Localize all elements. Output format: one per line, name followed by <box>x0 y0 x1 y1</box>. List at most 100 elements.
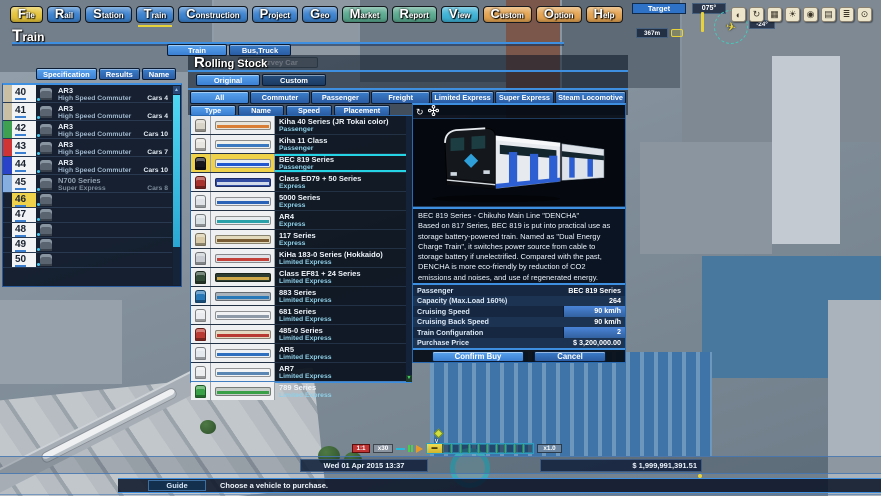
train-number-cell[interactable]: 47 <box>12 208 36 222</box>
rolling-stock-row[interactable]: AR4 Express <box>191 211 411 230</box>
rolling-stock-row[interactable]: Kiha 11 Class Passenger <box>191 135 411 154</box>
train-number-cell[interactable]: 43 <box>12 139 36 156</box>
play-icon[interactable] <box>416 445 423 453</box>
train-row[interactable]: 43 AR3 High Speed Commuter Cars 7 <box>3 139 172 157</box>
rotate-icon[interactable]: ↻ <box>749 7 764 22</box>
filter-button[interactable]: Passenger <box>311 91 370 104</box>
train-list-scrollbar[interactable]: ▲ <box>173 86 180 285</box>
menu-tab[interactable]: Custom <box>483 6 532 23</box>
train-color-strip[interactable] <box>3 223 12 237</box>
cancel-button[interactable]: Cancel <box>534 351 606 362</box>
train-color-strip[interactable] <box>3 193 12 207</box>
menu-tab[interactable]: File <box>10 6 43 23</box>
menu-tab[interactable]: Train <box>136 6 175 23</box>
menu-tab-label: Rail <box>55 6 73 23</box>
menu-tab[interactable]: Option <box>536 6 582 23</box>
vehicle-preview[interactable] <box>413 118 625 207</box>
speed-slider-track[interactable] <box>443 444 533 453</box>
train-row[interactable]: 45 N700 Series Super Express Cars 8 <box>3 175 172 193</box>
train-number-cell[interactable]: 49 <box>12 238 36 252</box>
train-info: AR3 High Speed Commuter Cars 4 <box>56 103 172 120</box>
train-row[interactable]: 49 <box>3 238 172 253</box>
menu-tab[interactable]: Construction <box>178 6 247 23</box>
train-row[interactable]: 40 AR3 High Speed Commuter Cars 4 <box>3 85 172 103</box>
train-number-cell[interactable]: 40 <box>12 85 36 102</box>
game-speed-slider[interactable]: ▬ <box>426 443 534 454</box>
train-color-strip[interactable] <box>3 253 12 267</box>
pan-view-icon[interactable] <box>428 105 439 118</box>
train-side-stripe <box>217 296 269 299</box>
menu-tab[interactable]: Report <box>392 6 437 23</box>
confirm-buy-button[interactable]: Confirm Buy <box>432 351 524 362</box>
filter-button[interactable]: Commuter <box>250 91 309 104</box>
scroll-down-icon[interactable]: ▼ <box>406 375 412 382</box>
grid-icon[interactable]: ▦ <box>767 7 782 22</box>
rolling-stock-row[interactable]: 5000 Series Express <box>191 192 411 211</box>
rolling-stock-row[interactable]: KiHa 183-0 Series (Hokkaido) Limited Exp… <box>191 249 411 268</box>
train-color-strip[interactable] <box>3 121 12 138</box>
rolling-stock-row[interactable]: Kiha 40 Series (JR Tokai color) Passenge… <box>191 116 411 135</box>
rolling-stock-row[interactable]: 485-0 Series Limited Express <box>191 325 411 344</box>
train-color-strip[interactable] <box>3 238 12 252</box>
subtab[interactable]: Name <box>142 68 176 80</box>
menu-tab[interactable]: Project <box>252 6 298 23</box>
train-number-cell[interactable]: 46 <box>12 193 36 207</box>
chat-icon[interactable]: ⊙ <box>857 7 872 22</box>
rolling-stock-row[interactable]: 681 Series Limited Express <box>191 306 411 325</box>
train-number-cell[interactable]: 42 <box>12 121 36 138</box>
train-row[interactable]: 47 <box>3 208 172 223</box>
train-row[interactable]: 48 <box>3 223 172 238</box>
train-color-strip[interactable] <box>3 157 12 174</box>
rolling-stock-row[interactable]: Class EF81 + 24 Series Limited Express <box>191 268 411 287</box>
front-thumb-cell <box>191 192 211 210</box>
scrollbar-thumb[interactable] <box>173 95 180 247</box>
menu-tab[interactable]: Rail <box>47 6 81 23</box>
train-number-cell[interactable]: 41 <box>12 103 36 120</box>
subtab[interactable]: Specification <box>36 68 97 80</box>
rolling-stock-row[interactable]: AR7 Limited Express <box>191 363 411 382</box>
pause-icon[interactable] <box>408 445 413 452</box>
tab-original[interactable]: Original <box>196 74 260 86</box>
pin-icon[interactable]: ◉ <box>803 7 818 22</box>
train-color-strip[interactable] <box>3 175 12 192</box>
train-number-cell[interactable]: 48 <box>12 223 36 237</box>
train-number-cell[interactable]: 50 <box>12 253 36 267</box>
rolling-stock-row[interactable]: 789 Series Limited Express <box>191 382 411 400</box>
rolling-stock-row[interactable]: BEC 819 Series Passenger <box>191 154 411 173</box>
rolling-stock-row[interactable]: 117 Series Express <box>191 230 411 249</box>
layers-icon[interactable]: ≣ <box>839 7 854 22</box>
subtab[interactable]: Results <box>99 68 140 80</box>
rolling-stock-row[interactable]: AR5 Limited Express <box>191 344 411 363</box>
memo-icon[interactable]: ▤ <box>821 7 836 22</box>
menu-tab[interactable]: Geo <box>302 6 337 23</box>
train-row[interactable]: 50 <box>3 253 172 268</box>
train-color-strip[interactable] <box>3 85 12 102</box>
menu-tab[interactable]: Station <box>85 6 131 23</box>
filter-button[interactable]: All <box>190 91 249 104</box>
speed-slider-handle[interactable]: ▬ <box>427 444 443 453</box>
train-number-cell[interactable]: 44 <box>12 157 36 174</box>
brightness-icon[interactable]: ☀ <box>785 7 800 22</box>
pitch-slider[interactable] <box>701 12 704 32</box>
train-color-strip[interactable] <box>3 103 12 120</box>
train-row[interactable]: 41 AR3 High Speed Commuter Cars 4 <box>3 103 172 121</box>
train-side-icon <box>215 368 271 377</box>
tab-custom[interactable]: Custom <box>262 74 326 86</box>
menu-tab[interactable]: View <box>441 6 479 23</box>
globe-icon[interactable]: ◐ <box>731 7 746 22</box>
train-row[interactable]: 44 AR3 High Speed Commuter Cars 10 <box>3 157 172 175</box>
train-side-stripe <box>217 239 269 242</box>
train-color-strip[interactable] <box>3 139 12 156</box>
menu-tab[interactable]: Market <box>342 6 388 23</box>
rolling-stock-row[interactable]: Class ED79 + 50 Series Express <box>191 173 411 192</box>
rolling-stock-row[interactable]: 883 Series Limited Express <box>191 287 411 306</box>
train-row[interactable]: 42 AR3 High Speed Commuter Cars 10 <box>3 121 172 139</box>
rolling-stock-scrollbar[interactable]: ▼ <box>406 116 412 382</box>
train-color-strip[interactable] <box>3 208 12 222</box>
train-number-cell[interactable]: 45 <box>12 175 36 192</box>
train-type: High Speed Commuter <box>58 167 131 174</box>
rotate-view-icon[interactable]: ↻ <box>416 107 424 117</box>
menu-tab[interactable]: Help <box>586 6 623 23</box>
scroll-up-icon[interactable]: ▲ <box>173 86 180 94</box>
train-row[interactable]: 46 <box>3 193 172 208</box>
